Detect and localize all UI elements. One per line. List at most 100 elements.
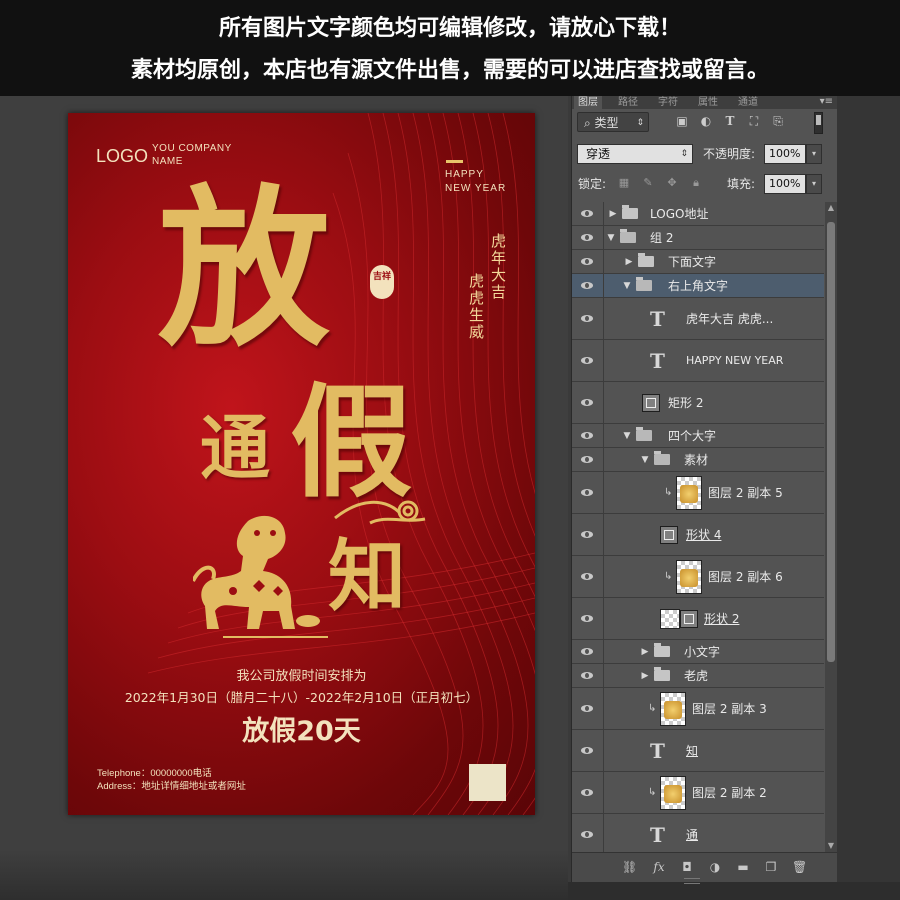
opacity-input[interactable]: 100% [764,144,806,164]
layers-scrollbar[interactable]: ▲ ▼ [825,202,837,852]
layer-row-assets[interactable]: ▼ 素材 [572,448,824,472]
eye-icon [581,830,593,838]
layer-row-logo-address[interactable]: ▶ LOGO地址 [572,202,824,226]
visibility-toggle[interactable] [572,640,604,663]
layer-row-small-text[interactable]: ▶ 小文字 [572,640,824,664]
tab-paths[interactable]: 路径 [614,96,642,109]
tab-layers[interactable]: 图层 [574,96,602,109]
tab-channels[interactable]: 通道 [734,96,762,109]
lock-all-icon[interactable]: 🔒︎ [690,177,702,189]
layer-row-rect-2[interactable]: 矩形 2 [572,382,824,424]
visibility-toggle[interactable] [572,772,604,813]
visibility-toggle[interactable] [572,448,604,471]
filter-shape-icon[interactable]: ⛶ [748,115,760,127]
collapse-arrow-icon[interactable]: ▼ [640,453,650,467]
layer-row-bottom-text[interactable]: ▶ 下面文字 [572,250,824,274]
new-layer-icon[interactable]: ❐ [764,860,778,874]
visibility-toggle[interactable] [572,730,604,771]
layer-name: 下面文字 [668,254,717,269]
visibility-toggle[interactable] [572,340,604,381]
expand-arrow-icon[interactable]: ▶ [640,669,650,683]
layer-name: 图层 2 副本 2 [692,785,767,800]
visibility-toggle[interactable] [572,688,604,729]
add-mask-icon[interactable]: ◘ [680,860,694,874]
hny-line-2: NEW YEAR [445,183,507,194]
panel-menu-icon[interactable]: ▾≡ [820,96,833,107]
lock-paint-icon[interactable]: ✎ [642,177,654,189]
scroll-down-icon[interactable]: ▼ [825,840,837,852]
layer-row-tiger[interactable]: ▶ 老虎 [572,664,824,688]
layer-name: 组 2 [650,230,674,245]
layer-name: 知 [686,743,699,758]
new-group-icon[interactable]: ▬ [736,860,750,874]
link-layers-icon[interactable]: ⛓ [622,860,637,874]
visibility-toggle[interactable] [572,298,604,339]
layer-row-group-2[interactable]: ▼ 组 2 [572,226,824,250]
visibility-toggle[interactable] [572,274,604,297]
layer-row-text-zhi[interactable]: T 知 [572,730,824,772]
folder-open-icon [636,276,652,291]
shape-layer-icon [680,609,698,628]
headline-char-tong: 通 [200,406,270,489]
layer-row-layer2-copy5[interactable]: ↳ 图层 2 副本 5 [572,472,824,514]
visibility-toggle[interactable] [572,598,604,639]
expand-arrow-icon[interactable]: ▶ [624,255,634,269]
layer-row-text-tong[interactable]: T 通 [572,814,824,852]
collapse-arrow-icon[interactable]: ▼ [606,231,616,245]
visibility-toggle[interactable] [572,226,604,249]
filter-pixel-icon[interactable]: ▣ [676,115,688,127]
layer-row-four-big-chars[interactable]: ▼ 四个大字 [572,424,824,448]
visibility-toggle[interactable] [572,814,604,852]
lock-transparent-icon[interactable]: ▦ [618,177,630,189]
eye-icon [581,488,593,496]
filter-type-icon[interactable]: T [724,115,736,127]
layer-thumbnail [676,559,702,594]
visibility-toggle[interactable] [572,664,604,687]
fill-dropdown-button[interactable]: ▾ [806,174,822,194]
company-line-1: YOU COMPANY [152,143,232,154]
tab-properties[interactable]: 属性 [694,96,722,109]
layer-filter-select[interactable]: ⌕ 类型 ⇕ [577,112,649,132]
layer-row-text-happy-new-year[interactable]: T HAPPY NEW YEAR [572,340,824,382]
visibility-toggle[interactable] [572,556,604,597]
filter-smart-object-icon[interactable]: ⎘ [772,115,784,127]
tab-character[interactable]: 字符 [654,96,682,109]
visibility-toggle[interactable] [572,382,604,423]
layer-row-text-tiger-year[interactable]: T 虎年大吉 虎虎... [572,298,824,340]
collapse-arrow-icon[interactable]: ▼ [622,429,632,443]
eye-icon [581,614,593,622]
right-workspace-edge [837,96,900,900]
layer-style-fx-icon[interactable]: fx [652,860,666,874]
layer-name: 小文字 [684,644,721,659]
expand-arrow-icon[interactable]: ▶ [608,207,618,221]
adjustment-layer-icon[interactable]: ◑ [708,860,722,874]
collapse-arrow-icon[interactable]: ▼ [622,279,632,293]
visibility-toggle[interactable] [572,202,604,225]
trash-icon[interactable]: 🗑︎ [792,860,807,874]
layer-row-top-right-text[interactable]: ▼ 右上角文字 [572,274,824,298]
layer-row-layer2-copy6[interactable]: ↳ 图层 2 副本 6 [572,556,824,598]
scrollbar-thumb[interactable] [827,222,835,662]
eye-icon [581,398,593,406]
expand-arrow-icon[interactable]: ▶ [640,645,650,659]
eye-icon [581,704,593,712]
headline-char-jia: 假 [290,370,412,514]
layer-row-layer2-copy3[interactable]: ↳ 图层 2 副本 3 [572,688,824,730]
folder-open-icon [620,228,636,243]
layer-row-layer2-copy2[interactable]: ↳ 图层 2 副本 2 [572,772,824,814]
fill-input[interactable]: 100% [764,174,806,194]
layer-row-shape-4[interactable]: 形状 4 [572,514,824,556]
filter-adjustment-icon[interactable]: ◐ [700,115,712,127]
lock-move-icon[interactable]: ✥ [666,177,678,189]
scroll-up-icon[interactable]: ▲ [825,202,837,214]
visibility-toggle[interactable] [572,424,604,447]
visibility-toggle[interactable] [572,514,604,555]
filter-toggle[interactable] [814,112,823,134]
visibility-toggle[interactable] [572,250,604,273]
blend-mode-select[interactable]: 穿透 ⇕ [577,144,693,164]
layer-row-shape-2[interactable]: 形状 2 [572,598,824,640]
poster-canvas[interactable]: LOGO YOU COMPANY NAME HAPPY NEW YEAR 虎年大… [68,113,535,815]
opacity-dropdown-button[interactable]: ▾ [806,144,822,164]
visibility-toggle[interactable] [572,472,604,513]
panel-resize-grip[interactable] [684,878,700,884]
